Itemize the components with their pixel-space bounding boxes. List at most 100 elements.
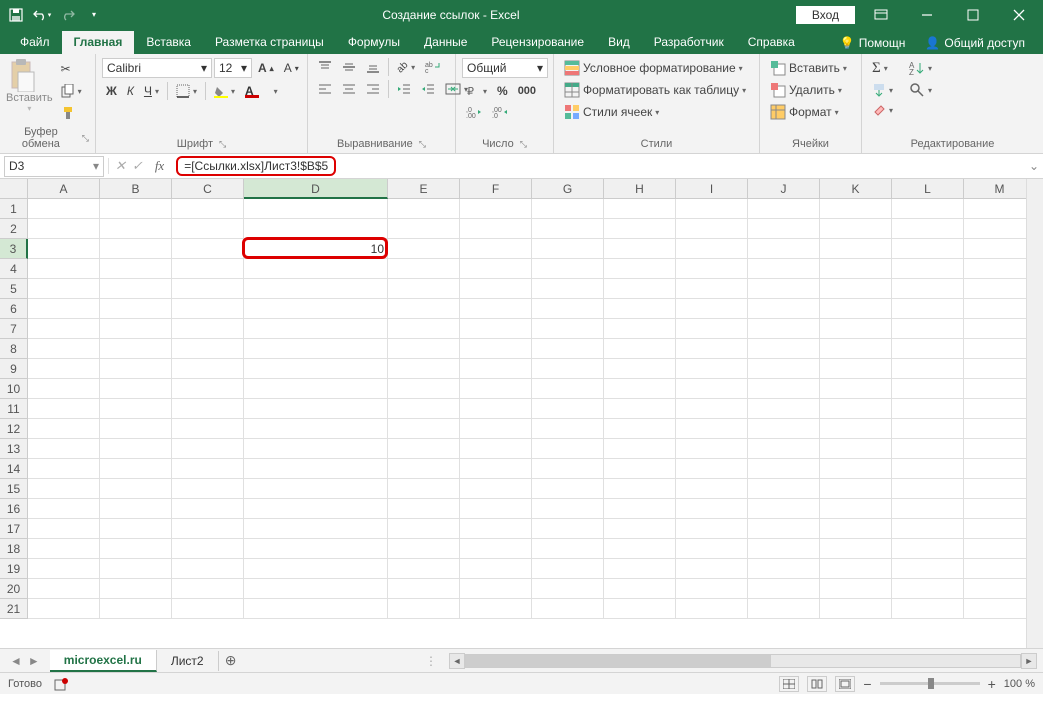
paste-button[interactable]: Вставить ▾ <box>6 58 53 113</box>
sheet-tab-2[interactable]: Лист2 <box>157 651 219 671</box>
cell-K6[interactable] <box>820 299 892 319</box>
align-left-button[interactable] <box>314 80 336 98</box>
cell-K13[interactable] <box>820 439 892 459</box>
cell-E6[interactable] <box>388 299 460 319</box>
cell-A4[interactable] <box>28 259 100 279</box>
cell-F17[interactable] <box>460 519 532 539</box>
hscroll-left[interactable]: ◄ <box>449 653 465 669</box>
cell-D10[interactable] <box>244 379 388 399</box>
cell-J6[interactable] <box>748 299 820 319</box>
cell-C19[interactable] <box>172 559 244 579</box>
row-header-14[interactable]: 14 <box>0 459 28 479</box>
cell-C2[interactable] <box>172 219 244 239</box>
cell-B18[interactable] <box>100 539 172 559</box>
cell-G8[interactable] <box>532 339 604 359</box>
cell-K7[interactable] <box>820 319 892 339</box>
cell-G2[interactable] <box>532 219 604 239</box>
cell-J15[interactable] <box>748 479 820 499</box>
tab-review[interactable]: Рецензирование <box>479 31 596 54</box>
cell-B13[interactable] <box>100 439 172 459</box>
cell-J20[interactable] <box>748 579 820 599</box>
cell-F5[interactable] <box>460 279 532 299</box>
cell-C6[interactable] <box>172 299 244 319</box>
cell-K3[interactable] <box>820 239 892 259</box>
cell-J18[interactable] <box>748 539 820 559</box>
share-button[interactable]: 👤 Общий доступ <box>917 32 1033 54</box>
font-color-button[interactable]: A▾ <box>241 82 282 100</box>
cell-H9[interactable] <box>604 359 676 379</box>
delete-cells-button[interactable]: Удалить▾ <box>766 80 846 100</box>
cell-L2[interactable] <box>892 219 964 239</box>
cell-E7[interactable] <box>388 319 460 339</box>
italic-button[interactable]: К <box>123 82 138 100</box>
sheet-nav-next[interactable]: ► <box>28 654 40 668</box>
cell-H4[interactable] <box>604 259 676 279</box>
increase-decimal-button[interactable]: ,0,00 <box>462 104 486 120</box>
column-header-E[interactable]: E <box>388 179 460 199</box>
cell-J1[interactable] <box>748 199 820 219</box>
cell-E3[interactable] <box>388 239 460 259</box>
decrease-decimal-button[interactable]: ,00,0 <box>488 104 512 120</box>
cell-L9[interactable] <box>892 359 964 379</box>
cell-A17[interactable] <box>28 519 100 539</box>
cell-B3[interactable] <box>100 239 172 259</box>
cell-D18[interactable] <box>244 539 388 559</box>
cell-B5[interactable] <box>100 279 172 299</box>
cell-B7[interactable] <box>100 319 172 339</box>
cell-H21[interactable] <box>604 599 676 619</box>
column-header-K[interactable]: K <box>820 179 892 199</box>
cell-F19[interactable] <box>460 559 532 579</box>
cell-J8[interactable] <box>748 339 820 359</box>
cell-C12[interactable] <box>172 419 244 439</box>
cell-K19[interactable] <box>820 559 892 579</box>
cell-L16[interactable] <box>892 499 964 519</box>
cell-C11[interactable] <box>172 399 244 419</box>
cell-I3[interactable] <box>676 239 748 259</box>
autosum-button[interactable]: Σ▾ <box>868 58 897 79</box>
cell-E10[interactable] <box>388 379 460 399</box>
cell-L11[interactable] <box>892 399 964 419</box>
cell-J3[interactable] <box>748 239 820 259</box>
cell-D14[interactable] <box>244 459 388 479</box>
font-name-combo[interactable]: Calibri▾ <box>102 58 212 78</box>
number-dialog-launcher[interactable]: ⤡ <box>520 139 527 150</box>
cell-B15[interactable] <box>100 479 172 499</box>
cell-I4[interactable] <box>676 259 748 279</box>
cell-H10[interactable] <box>604 379 676 399</box>
cell-A18[interactable] <box>28 539 100 559</box>
cell-L19[interactable] <box>892 559 964 579</box>
cell-L6[interactable] <box>892 299 964 319</box>
page-break-view-button[interactable] <box>835 676 855 692</box>
cell-D7[interactable] <box>244 319 388 339</box>
cell-F7[interactable] <box>460 319 532 339</box>
cell-D17[interactable] <box>244 519 388 539</box>
cell-L4[interactable] <box>892 259 964 279</box>
cell-L18[interactable] <box>892 539 964 559</box>
cell-F10[interactable] <box>460 379 532 399</box>
cell-H7[interactable] <box>604 319 676 339</box>
cell-D16[interactable] <box>244 499 388 519</box>
cell-F13[interactable] <box>460 439 532 459</box>
cell-C13[interactable] <box>172 439 244 459</box>
cell-F8[interactable] <box>460 339 532 359</box>
column-header-A[interactable]: A <box>28 179 100 199</box>
cell-K11[interactable] <box>820 399 892 419</box>
cell-H6[interactable] <box>604 299 676 319</box>
cell-I14[interactable] <box>676 459 748 479</box>
sheet-tab-active[interactable]: microexcel.ru <box>50 650 157 672</box>
row-header-1[interactable]: 1 <box>0 199 28 219</box>
cell-L21[interactable] <box>892 599 964 619</box>
cell-I10[interactable] <box>676 379 748 399</box>
fx-button[interactable]: fx <box>149 158 170 174</box>
cell-A12[interactable] <box>28 419 100 439</box>
cell-J5[interactable] <box>748 279 820 299</box>
cell-I12[interactable] <box>676 419 748 439</box>
insert-cells-button[interactable]: Вставить▾ <box>766 58 851 78</box>
clipboard-dialog-launcher[interactable]: ⤡ <box>82 133 89 144</box>
cell-E8[interactable] <box>388 339 460 359</box>
cell-F6[interactable] <box>460 299 532 319</box>
cell-C7[interactable] <box>172 319 244 339</box>
cell-B10[interactable] <box>100 379 172 399</box>
add-sheet-button[interactable]: ⊕ <box>219 652 243 669</box>
align-bottom-button[interactable] <box>362 58 384 76</box>
